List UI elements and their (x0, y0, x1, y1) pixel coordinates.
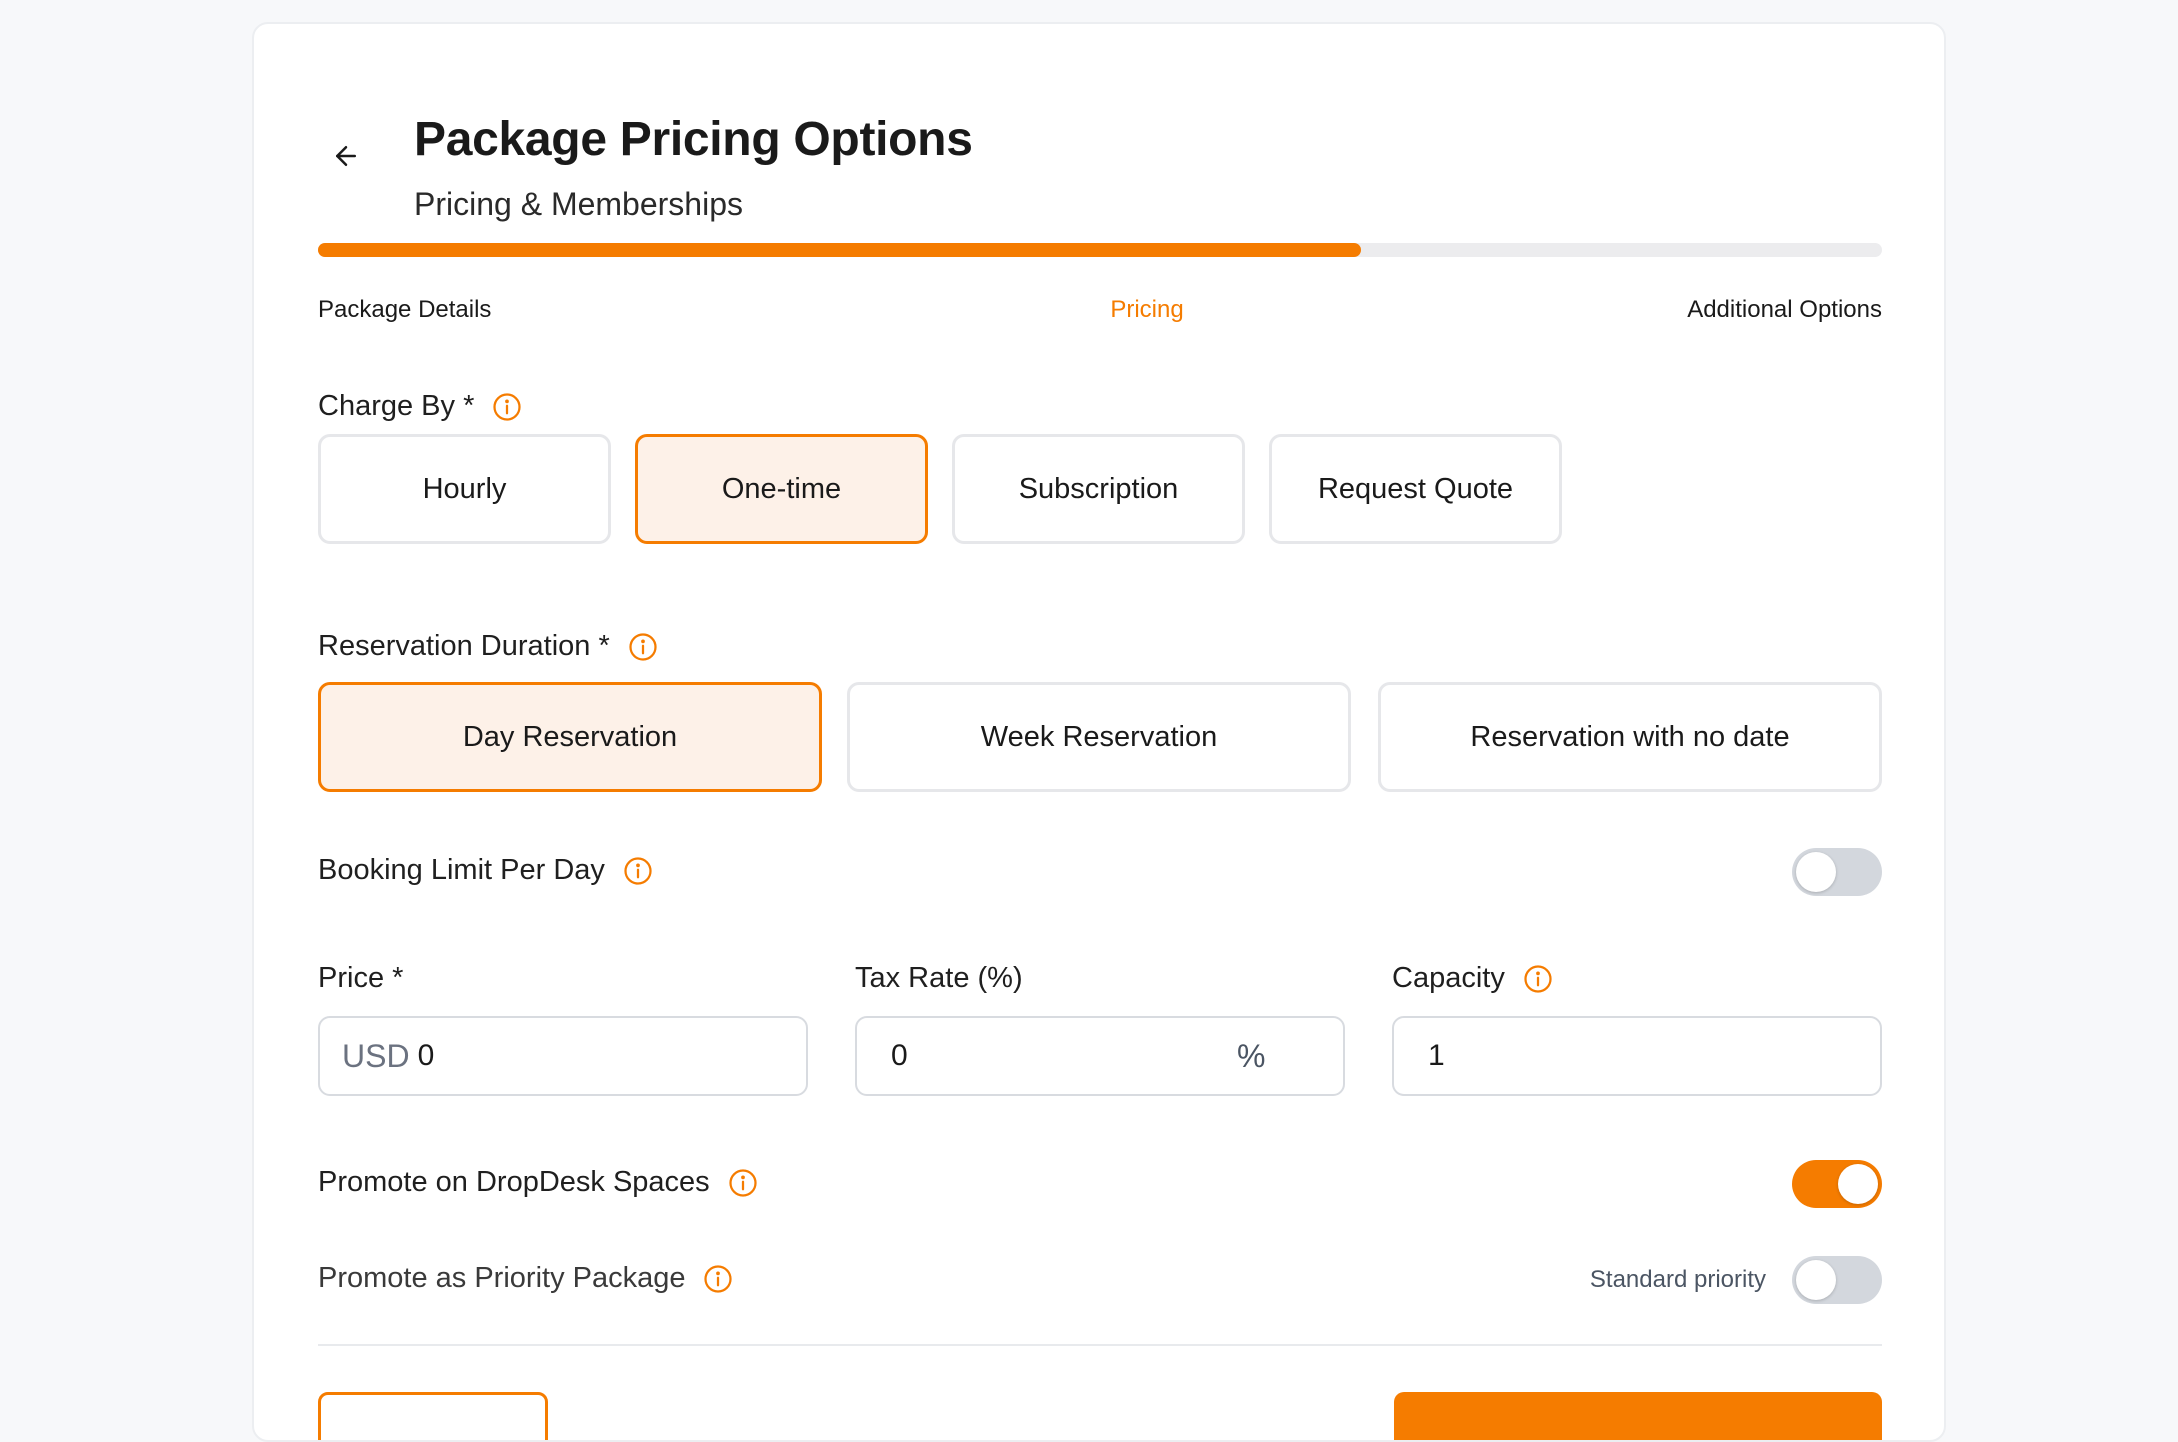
charge-option-request-quote[interactable]: Request Quote (1269, 434, 1562, 544)
info-icon[interactable] (703, 1264, 733, 1294)
page-title: Package Pricing Options (414, 113, 973, 166)
promote-priority-label: Promote as Priority Package (318, 1262, 733, 1295)
charge-by-label: Charge By * (318, 390, 522, 423)
step-package-details[interactable]: Package Details (318, 296, 491, 324)
charge-option-one-time[interactable]: One-time (635, 434, 928, 544)
tax-rate-label: Tax Rate (%) (855, 962, 1023, 995)
toggle-knob (1796, 1260, 1836, 1300)
info-icon[interactable] (728, 1168, 758, 1198)
pricing-card: Package Pricing Options Pricing & Member… (252, 22, 1946, 1442)
reservation-option-day[interactable]: Day Reservation (318, 682, 822, 792)
footer-divider (318, 1344, 1882, 1346)
step-pricing[interactable]: Pricing (1047, 296, 1247, 324)
promote-spaces-label-text: Promote on DropDesk Spaces (318, 1166, 710, 1198)
promote-spaces-label: Promote on DropDesk Spaces (318, 1166, 758, 1199)
tax-rate-value: 0 (891, 1039, 908, 1072)
toggle-knob (1838, 1164, 1878, 1204)
capacity-label-text: Capacity (1392, 962, 1505, 994)
price-label: Price * (318, 962, 403, 995)
arrow-left-icon (336, 146, 356, 166)
footer-secondary-button[interactable] (318, 1392, 548, 1440)
info-icon[interactable] (623, 856, 653, 886)
tax-rate-input[interactable]: 0 % (855, 1016, 1345, 1096)
currency-prefix: USD (342, 1037, 410, 1074)
booking-limit-toggle[interactable] (1792, 848, 1882, 896)
reservation-duration-label: Reservation Duration * (318, 630, 658, 663)
info-icon[interactable] (492, 392, 522, 422)
step-additional-options[interactable]: Additional Options (1582, 296, 1882, 324)
toggle-knob (1796, 852, 1836, 892)
reservation-option-no-date[interactable]: Reservation with no date (1378, 682, 1882, 792)
promote-priority-label-text: Promote as Priority Package (318, 1262, 686, 1294)
info-icon[interactable] (628, 632, 658, 662)
page-subtitle: Pricing & Memberships (414, 186, 743, 222)
progress-bar (318, 243, 1882, 257)
capacity-label: Capacity (1392, 962, 1553, 995)
price-input[interactable]: USD 0 (318, 1016, 808, 1096)
charge-by-label-text: Charge By * (318, 390, 475, 422)
price-label-text: Price * (318, 962, 404, 994)
capacity-value: 1 (1428, 1039, 1445, 1072)
reservation-option-week[interactable]: Week Reservation (847, 682, 1351, 792)
charge-option-hourly[interactable]: Hourly (318, 434, 611, 544)
footer-primary-button[interactable] (1394, 1392, 1882, 1440)
priority-status-text: Standard priority (1589, 1266, 1766, 1293)
info-icon[interactable] (1523, 964, 1553, 994)
booking-limit-label-text: Booking Limit Per Day (318, 854, 605, 886)
promote-spaces-toggle[interactable] (1792, 1160, 1882, 1208)
promote-priority-toggle[interactable] (1792, 1256, 1882, 1304)
capacity-input[interactable]: 1 (1392, 1016, 1882, 1096)
charge-option-subscription[interactable]: Subscription (952, 434, 1245, 544)
back-button[interactable] (324, 134, 368, 178)
tax-rate-label-text: Tax Rate (%) (855, 962, 1023, 994)
percent-suffix: % (1237, 1037, 1266, 1074)
reservation-duration-label-text: Reservation Duration * (318, 630, 610, 662)
progress-fill (318, 243, 1362, 257)
booking-limit-label: Booking Limit Per Day (318, 854, 653, 887)
price-value: 0 (417, 1039, 435, 1072)
